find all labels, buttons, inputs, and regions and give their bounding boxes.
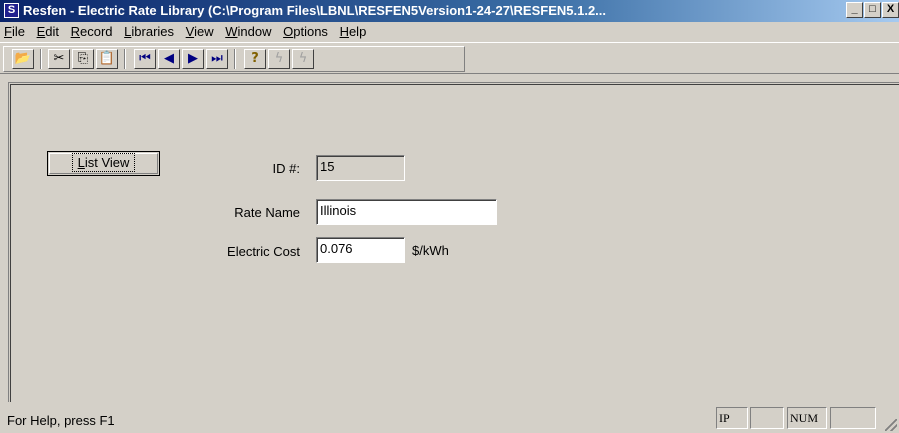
last-record-icon[interactable]: ⏭ [206,49,228,69]
cut-icon[interactable]: ✂ [48,49,70,69]
next-record-icon[interactable]: ▶ [182,49,204,69]
menu-record[interactable]: Record [67,22,117,39]
toolbar-band: 📂 ✂ ⎘ 📋 ⏮ ◀ ▶ ⏭ ? ϟ ϟ [3,46,465,72]
status-pane-blank [830,407,876,429]
status-pane-blank [750,407,784,429]
menu-libraries[interactable]: Libraries [120,22,178,39]
menu-edit[interactable]: Edit [33,22,63,39]
menu-help[interactable]: Help [336,22,371,39]
electric-cost-label: Electric Cost [227,244,300,259]
title-bar: S Resfen - Electric Rate Library (C:\Pro… [0,0,899,22]
electric-cost-unit: $/kWh [412,243,449,258]
list-view-button[interactable]: List View [47,151,160,176]
toolbar: 📂 ✂ ⎘ 📋 ⏮ ◀ ▶ ⏭ ? ϟ ϟ [0,42,899,74]
calculate-icon[interactable]: ϟ [268,49,290,69]
paste-icon[interactable]: 📋 [96,49,118,69]
status-bar: For Help, press F1 IP NUM [0,403,899,433]
menu-view[interactable]: View [182,22,218,39]
close-button[interactable]: X [882,2,899,18]
app-icon: S [4,3,19,18]
toolbar-separator [40,49,42,69]
status-pane-num: NUM [787,407,827,429]
form-panel [8,82,899,402]
menu-file[interactable]: File [0,22,29,39]
help-icon[interactable]: ? [244,49,266,69]
calculate-all-icon[interactable]: ϟ [292,49,314,69]
first-record-icon[interactable]: ⏮ [134,49,156,69]
id-label: ID #: [272,161,300,176]
id-field: 15 [316,155,405,181]
minimize-button[interactable]: _ [846,2,863,18]
toolbar-separator [234,49,236,69]
resize-grip-icon[interactable] [885,419,897,431]
rate-name-input[interactable]: Illinois [316,199,497,225]
status-help-text: For Help, press F1 [7,413,115,428]
menu-options[interactable]: Options [279,22,332,39]
menu-bar: File Edit Record Libraries View Window O… [0,22,899,42]
open-folder-icon[interactable]: 📂 [12,49,34,69]
electric-cost-input[interactable]: 0.076 [316,237,405,263]
status-pane-ip: IP [716,407,748,429]
menu-window[interactable]: Window [221,22,275,39]
window-controls: _ □ X [845,2,899,18]
window-title: Resfen - Electric Rate Library (C:\Progr… [23,3,607,18]
copy-icon[interactable]: ⎘ [72,49,94,69]
previous-record-icon[interactable]: ◀ [158,49,180,69]
toolbar-separator [124,49,126,69]
maximize-button[interactable]: □ [864,2,881,18]
rate-name-label: Rate Name [234,205,300,220]
